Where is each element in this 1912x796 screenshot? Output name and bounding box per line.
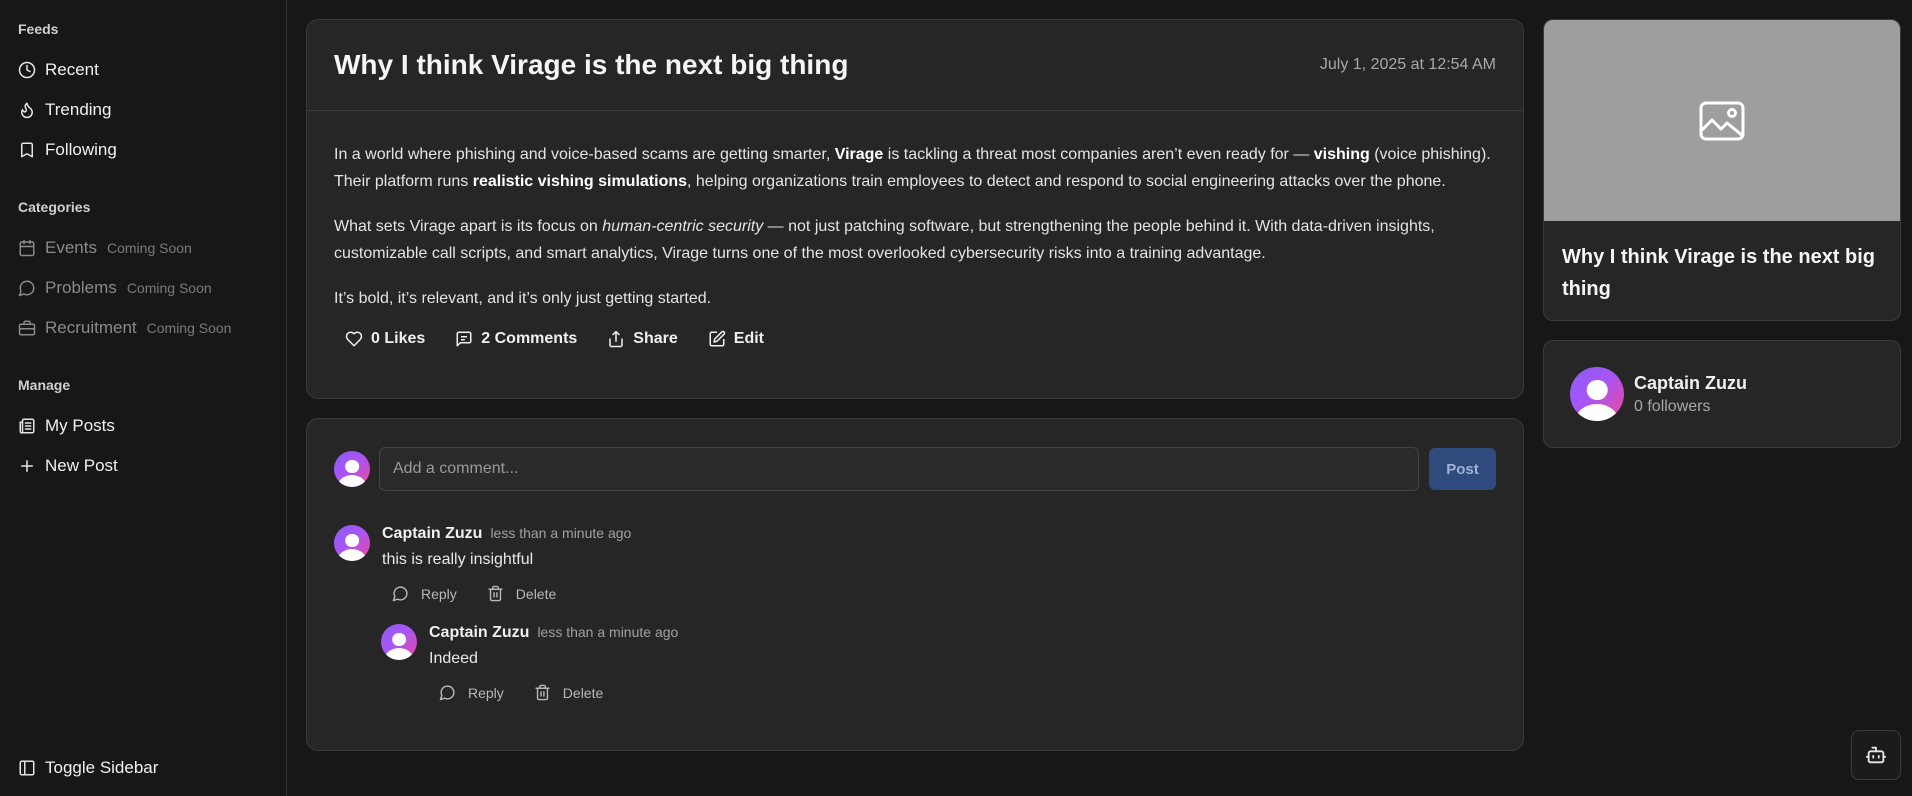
message-circle-icon bbox=[439, 685, 455, 701]
sidebar-item-label: My Posts bbox=[45, 416, 115, 435]
post-card: Why I think Virage is the next big thing… bbox=[306, 19, 1524, 399]
avatar bbox=[334, 525, 370, 561]
clock-icon bbox=[18, 61, 36, 79]
message-circle-icon bbox=[392, 586, 408, 602]
image-icon bbox=[1699, 101, 1745, 140]
preview-title: Why I think Virage is the next big thing bbox=[1562, 246, 1876, 300]
bot-icon bbox=[1865, 746, 1887, 764]
post-paragraph: What sets Virage apart is its focus on h… bbox=[334, 218, 1435, 262]
comment-text: this is really insightful bbox=[382, 551, 534, 568]
bookmark-icon bbox=[18, 141, 36, 159]
sidebar-item-label: Following bbox=[45, 140, 117, 159]
sidebar-item-label: Recruitment bbox=[45, 318, 137, 337]
sidebar-item-problems: Problems Coming Soon bbox=[0, 268, 286, 308]
sidebar-item-label: Events bbox=[45, 238, 97, 257]
comment-author[interactable]: Captain Zuzu bbox=[382, 525, 482, 543]
comment-composer: Post bbox=[334, 447, 1496, 491]
coming-soon-badge: Coming Soon bbox=[106, 240, 192, 256]
post-preview-card[interactable]: Why I think Virage is the next big thing bbox=[1543, 19, 1901, 321]
avatar bbox=[381, 624, 417, 660]
reply-button[interactable]: Reply bbox=[439, 684, 504, 701]
edit-button[interactable]: Edit bbox=[708, 330, 764, 348]
sidebar-item-my-posts[interactable]: My Posts bbox=[0, 406, 286, 446]
message-square-icon bbox=[456, 331, 472, 347]
reply-button[interactable]: Reply bbox=[392, 585, 457, 602]
like-button[interactable]: 0 Likes bbox=[345, 330, 425, 348]
sidebar-item-recent[interactable]: Recent bbox=[0, 50, 286, 90]
comment-author[interactable]: Captain Zuzu bbox=[429, 624, 529, 642]
sidebar-item-label: Trending bbox=[45, 100, 112, 119]
flame-icon bbox=[18, 101, 36, 119]
post-paragraph: It’s bold, it’s relevant, and it’s only … bbox=[334, 290, 712, 307]
categories-group: Categories Events Coming Soon Problems C… bbox=[0, 198, 286, 348]
comment-input[interactable] bbox=[379, 447, 1419, 491]
author-card: Captain Zuzu 0 followers bbox=[1543, 340, 1901, 448]
post-header: Why I think Virage is the next big thing… bbox=[307, 20, 1523, 111]
feeds-group: Feeds Recent Trending Following bbox=[0, 20, 286, 170]
comment-reply: Captain Zuzu less than a minute ago Inde… bbox=[381, 624, 678, 701]
post-actions: 0 Likes 2 Comments Share Edit bbox=[307, 330, 1523, 348]
manage-heading: Manage bbox=[18, 377, 71, 393]
message-circle-icon bbox=[18, 279, 36, 297]
post-date: July 1, 2025 at 12:54 AM bbox=[1319, 56, 1496, 73]
toggle-sidebar-label: Toggle Sidebar bbox=[45, 758, 159, 777]
sidebar-item-label: Problems bbox=[45, 278, 117, 297]
author-info: Captain Zuzu 0 followers bbox=[1634, 373, 1747, 416]
comment-body: Captain Zuzu less than a minute ago Inde… bbox=[429, 624, 678, 701]
chatbot-button[interactable] bbox=[1851, 730, 1901, 780]
comment-text: Indeed bbox=[429, 650, 478, 667]
plus-icon bbox=[18, 457, 36, 475]
sidebar-item-following[interactable]: Following bbox=[0, 130, 286, 170]
comment: Captain Zuzu less than a minute ago this… bbox=[334, 525, 631, 602]
avatar bbox=[334, 451, 370, 487]
heart-icon bbox=[345, 331, 363, 347]
manage-group: Manage My Posts New Post bbox=[0, 376, 286, 486]
delete-button[interactable]: Delete bbox=[487, 585, 556, 602]
feeds-heading: Feeds bbox=[18, 21, 59, 37]
sidebar: Feeds Recent Trending Following Categori… bbox=[0, 0, 287, 796]
sidebar-item-new-post[interactable]: New Post bbox=[0, 446, 286, 486]
post-comment-button[interactable]: Post bbox=[1429, 448, 1496, 490]
post-paragraph: In a world where phishing and voice-base… bbox=[334, 146, 1491, 190]
comment-time: less than a minute ago bbox=[490, 525, 632, 541]
categories-heading: Categories bbox=[18, 199, 91, 215]
trash-icon bbox=[488, 585, 503, 602]
sidebar-item-recruitment: Recruitment Coming Soon bbox=[0, 308, 286, 348]
image-placeholder bbox=[1544, 20, 1900, 221]
post-body: In a world where phishing and voice-base… bbox=[307, 111, 1523, 312]
app-root: Feeds Recent Trending Following Categori… bbox=[0, 0, 1912, 796]
author-name[interactable]: Captain Zuzu bbox=[1634, 373, 1747, 394]
newspaper-icon bbox=[18, 417, 36, 435]
sidebar-item-label: Recent bbox=[45, 60, 99, 79]
panel-left-icon bbox=[18, 759, 36, 777]
coming-soon-badge: Coming Soon bbox=[146, 320, 232, 336]
coming-soon-badge: Coming Soon bbox=[126, 280, 212, 296]
delete-button[interactable]: Delete bbox=[534, 684, 603, 701]
comment-time: less than a minute ago bbox=[537, 624, 679, 640]
sidebar-item-events: Events Coming Soon bbox=[0, 228, 286, 268]
toggle-sidebar-button[interactable]: Toggle Sidebar bbox=[0, 748, 286, 788]
post-title: Why I think Virage is the next big thing bbox=[334, 49, 849, 80]
sidebar-item-label: New Post bbox=[45, 456, 118, 475]
calendar-icon bbox=[18, 239, 36, 257]
share-button[interactable]: Share bbox=[607, 330, 678, 348]
trash-icon bbox=[535, 684, 550, 701]
share-icon bbox=[609, 330, 624, 348]
author-followers: 0 followers bbox=[1634, 397, 1711, 415]
author-avatar[interactable] bbox=[1570, 367, 1624, 421]
edit-icon bbox=[709, 330, 726, 347]
sidebar-item-trending[interactable]: Trending bbox=[0, 90, 286, 130]
comments-card: Post Captain Zuzu less than a minute ago… bbox=[306, 418, 1524, 751]
comments-button[interactable]: 2 Comments bbox=[455, 330, 577, 348]
briefcase-icon bbox=[18, 319, 36, 337]
comment-body: Captain Zuzu less than a minute ago this… bbox=[382, 525, 631, 602]
